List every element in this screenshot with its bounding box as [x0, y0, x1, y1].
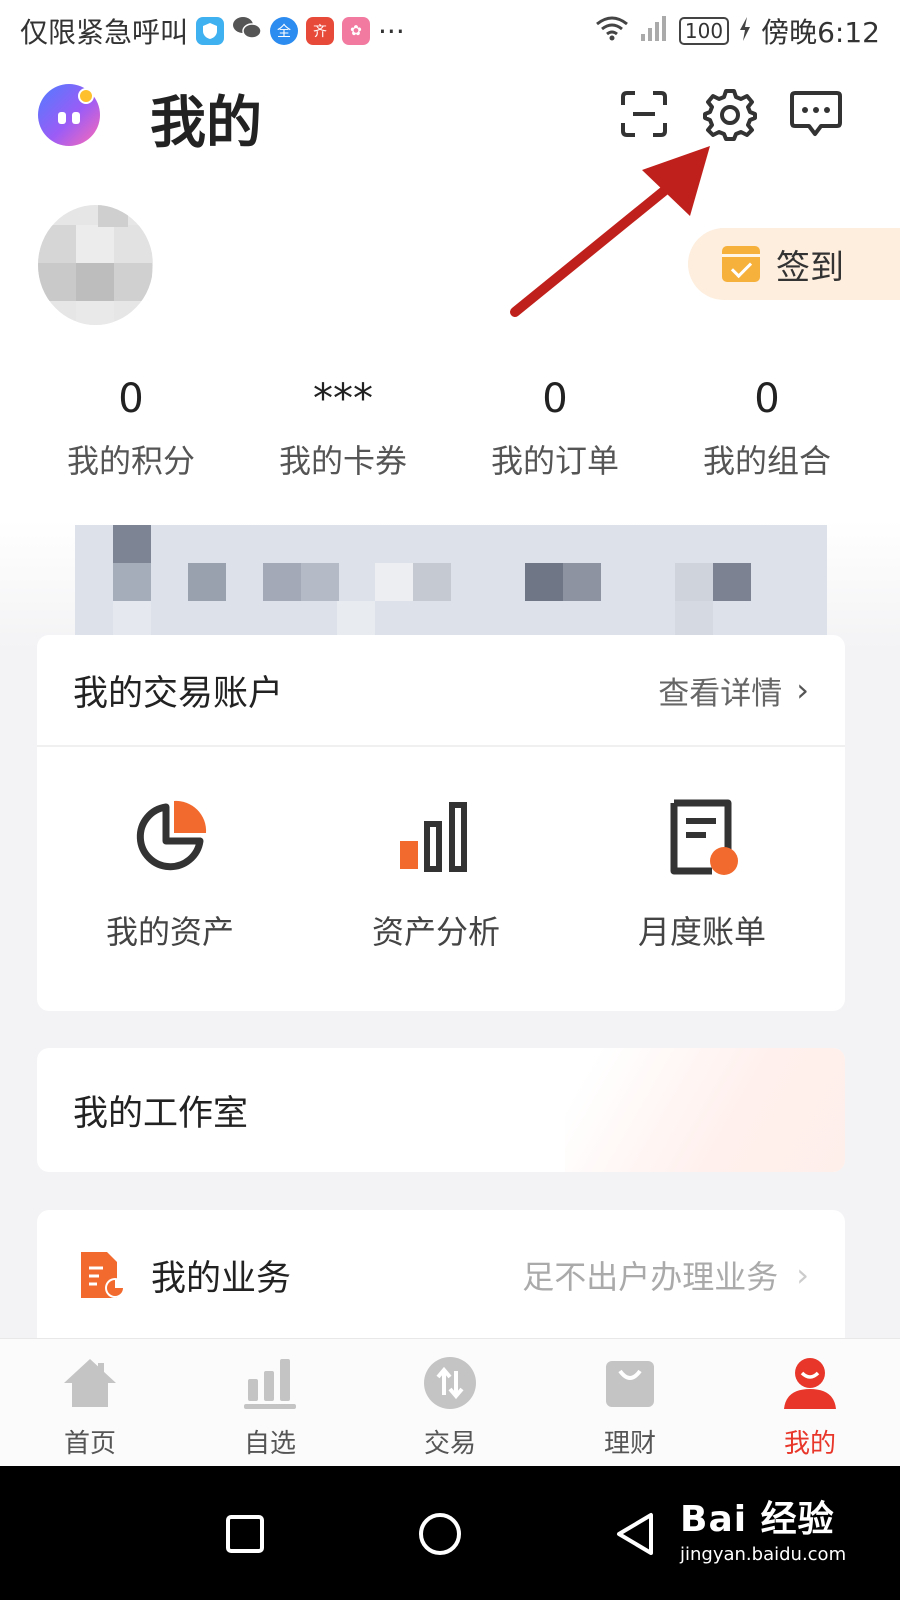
stat-orders[interactable]: 0 我的订单 [449, 370, 661, 482]
feature-my-assets[interactable]: 我的资产 [37, 797, 303, 953]
app-quan-icon: 全 [270, 17, 299, 45]
trading-account-header[interactable]: 我的交易账户 查看详情 › [37, 635, 845, 747]
stat-value: 0 [118, 376, 144, 422]
stat-label: 我的积分 [66, 442, 195, 480]
bill-icon [670, 799, 738, 875]
tab-label: 理财 [603, 1429, 656, 1459]
wechat-icon [232, 15, 262, 48]
bar-chart-icon [400, 802, 467, 872]
chevron-right-icon: › [796, 1256, 809, 1294]
feature-label: 月度账单 [637, 913, 766, 951]
baidu-jingyan-watermark: Bai 经验 jingyan.baidu.com [680, 1490, 846, 1565]
bars-icon [244, 1359, 296, 1409]
back-triangle-icon [617, 1513, 653, 1555]
system-navigation-bar: Bai 经验 jingyan.baidu.com [0, 1466, 900, 1600]
shield-app-icon [196, 17, 225, 45]
bottom-tab-bar: 首页 自选 交易 理财 我的 [0, 1338, 900, 1466]
gear-icon [703, 89, 757, 141]
tab-trade[interactable]: 交易 [360, 1339, 540, 1466]
tab-label: 自选 [243, 1429, 296, 1459]
app-pet-icon: ✿ [342, 17, 371, 45]
bag-icon [606, 1361, 654, 1407]
view-details-link[interactable]: 查看详情 › [658, 668, 809, 713]
tab-home[interactable]: 首页 [0, 1339, 180, 1466]
square-icon [226, 1515, 264, 1553]
page-title: 我的 [150, 91, 262, 156]
calendar-check-icon [722, 246, 760, 282]
avatar[interactable] [38, 205, 153, 325]
wifi-icon [595, 15, 629, 48]
feature-label: 我的资产 [105, 913, 234, 951]
stat-label: 我的组合 [702, 442, 831, 480]
header: 我的 [0, 70, 900, 170]
feature-asset-analysis[interactable]: 资产分析 [303, 797, 569, 953]
trading-account-card: 我的交易账户 查看详情 › 我的资产 资产分析 月度账单 [37, 635, 845, 1011]
messages-button[interactable] [788, 86, 844, 142]
settings-button[interactable] [702, 86, 758, 142]
exchange-icon [424, 1357, 476, 1409]
document-service-icon [81, 1252, 125, 1298]
scan-button[interactable] [616, 86, 672, 142]
user-icon [784, 1358, 836, 1409]
signal-icon [639, 14, 669, 49]
clock: 傍晚6:12 [761, 16, 880, 49]
status-bar: 仅限紧急呼叫 全 齐 ✿ ··· 100 傍晚6:12 [0, 0, 900, 62]
business-subtitle: 足不出户办理业务 [522, 1258, 779, 1296]
business-title: 我的业务 [151, 1258, 292, 1299]
checkin-label: 签到 [776, 247, 844, 288]
carrier-text: 仅限紧急呼叫 [20, 16, 189, 49]
promo-banner[interactable] [75, 525, 827, 637]
message-icon [790, 91, 842, 136]
stat-label: 我的订单 [490, 442, 619, 480]
studio-card[interactable]: 我的工作室 [37, 1048, 845, 1172]
stat-coupons[interactable]: *** 我的卡券 [237, 370, 449, 482]
stat-value: 0 [542, 376, 568, 422]
home-button[interactable] [400, 1494, 480, 1574]
app-logo[interactable] [38, 84, 100, 146]
feature-monthly-bill[interactable]: 月度账单 [569, 797, 835, 953]
studio-title: 我的工作室 [73, 1093, 249, 1134]
tab-label: 首页 [63, 1429, 116, 1459]
stat-portfolios[interactable]: 0 我的组合 [661, 370, 873, 482]
tab-wealth[interactable]: 理财 [540, 1339, 720, 1466]
circle-icon [419, 1513, 461, 1555]
tab-watchlist[interactable]: 自选 [180, 1339, 360, 1466]
tab-label: 交易 [423, 1429, 476, 1459]
stat-value: 0 [754, 376, 780, 422]
battery-indicator: 100 [678, 17, 730, 45]
watermark-sub: jingyan.baidu.com [680, 1544, 847, 1565]
watermark-main: Bai 经验 [680, 1499, 835, 1540]
more-notifications: ··· [378, 14, 405, 48]
studio-decoration [565, 1048, 845, 1172]
pie-chart-icon [136, 800, 207, 871]
recents-button[interactable] [205, 1494, 285, 1574]
view-details-label: 查看详情 [658, 675, 783, 712]
chevron-right-icon: › [796, 671, 809, 709]
feature-label: 资产分析 [371, 913, 500, 951]
app-news-icon: 齐 [306, 17, 335, 45]
back-button[interactable] [595, 1494, 675, 1574]
checkin-button[interactable]: 签到 [688, 228, 900, 300]
tab-mine[interactable]: 我的 [720, 1339, 900, 1466]
home-icon [64, 1359, 116, 1407]
stat-points[interactable]: 0 我的积分 [25, 370, 237, 482]
tab-label: 我的 [783, 1429, 836, 1459]
stat-value: *** [313, 376, 373, 422]
stats-row: 0 我的积分 *** 我的卡券 0 我的订单 0 我的组合 [25, 370, 875, 482]
scan-icon [621, 91, 667, 137]
stat-label: 我的卡券 [278, 442, 407, 480]
business-row[interactable]: 我的业务 足不出户办理业务 › [37, 1210, 845, 1340]
card-title: 我的交易账户 [73, 673, 284, 714]
charging-icon [739, 15, 751, 48]
